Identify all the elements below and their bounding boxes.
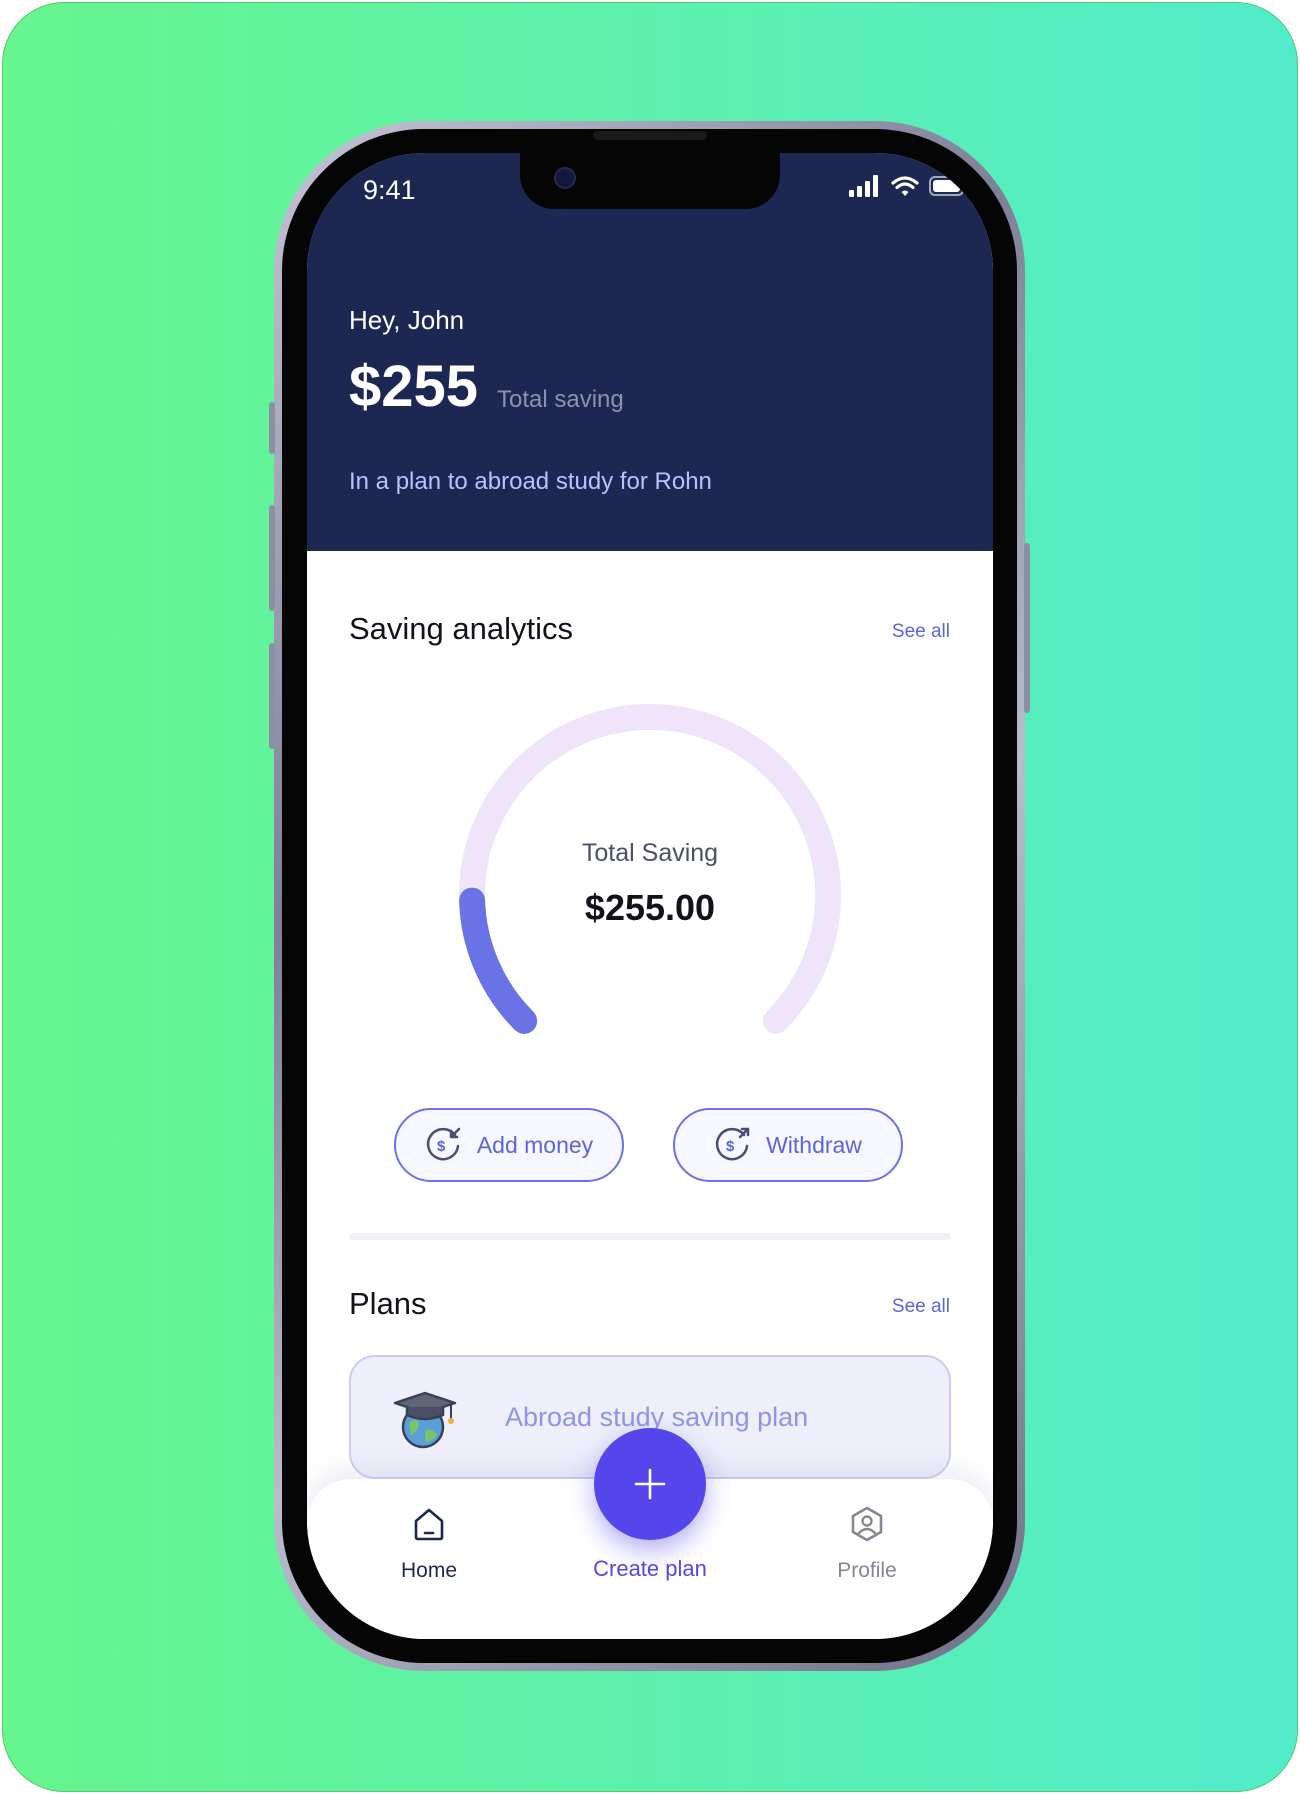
section-divider — [349, 1233, 951, 1240]
withdraw-label: Withdraw — [766, 1131, 862, 1158]
withdraw-button[interactable]: $ Withdraw — [673, 1108, 903, 1182]
balance-label: Total saving — [497, 386, 624, 413]
withdraw-icon: $ — [715, 1127, 750, 1161]
plans-see-all-link[interactable]: See all — [892, 1296, 950, 1318]
create-plan-button[interactable] — [594, 1428, 706, 1540]
gauge-track — [459, 704, 841, 1034]
battery-icon — [929, 176, 968, 196]
app-screen: 9:41 Hey, John $255 Total saving In a pl… — [307, 153, 993, 1639]
plans-title: Plans — [349, 1286, 427, 1321]
gauge-value: $255.00 — [584, 887, 716, 928]
svg-text:$: $ — [726, 1138, 735, 1155]
graduation-globe-icon — [393, 1391, 457, 1449]
front-camera — [554, 167, 576, 189]
total-balance: $255 — [349, 354, 479, 419]
home-icon — [414, 1508, 444, 1541]
add-money-icon: $ — [426, 1127, 461, 1161]
phone-side-button — [269, 505, 275, 611]
greeting: Hey, John — [349, 305, 465, 335]
active-plan-subtitle: In a plan to abroad study for Rohn — [349, 468, 712, 495]
summary-header: 9:41 Hey, John $255 Total saving In a pl… — [307, 153, 993, 551]
phone-side-button — [1024, 543, 1030, 713]
wifi-icon — [891, 176, 919, 196]
status-icons — [849, 175, 969, 197]
svg-text:$: $ — [437, 1138, 446, 1155]
phone-speaker — [593, 131, 707, 140]
plus-icon — [634, 1468, 666, 1500]
phone-side-button — [269, 643, 275, 749]
add-money-label: Add money — [476, 1131, 594, 1158]
analytics-title: Saving analytics — [349, 611, 574, 646]
notch — [520, 153, 780, 209]
add-money-button[interactable]: $ Add money — [394, 1108, 624, 1182]
profile-icon — [851, 1506, 883, 1542]
gauge-label: Total Saving — [581, 839, 719, 867]
analytics-see-all-link[interactable]: See all — [892, 621, 950, 643]
create-plan-label[interactable]: Create plan — [307, 1556, 993, 1582]
status-time: 9:41 — [363, 175, 416, 205]
phone-side-button — [269, 402, 275, 454]
signal-icon — [849, 175, 878, 197]
